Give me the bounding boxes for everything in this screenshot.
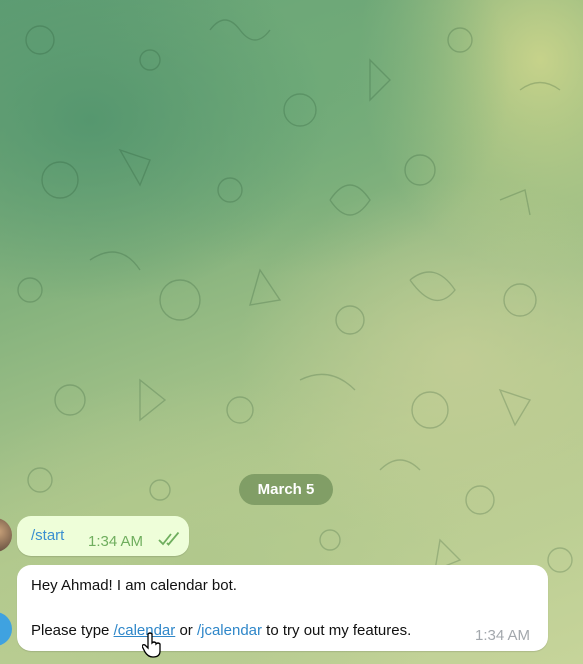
hand-pointer-icon bbox=[142, 632, 161, 658]
line2-prefix: Please type bbox=[31, 622, 114, 639]
double-check-icon bbox=[158, 532, 180, 546]
line2-suffix: to try out my features. bbox=[262, 622, 412, 639]
message-time: 1:34 AM bbox=[475, 627, 531, 644]
outgoing-message[interactable]: /start 1:34 AM bbox=[17, 516, 189, 556]
message-time: 1:34 AM bbox=[88, 533, 144, 550]
jcalendar-command-link[interactable]: /jcalendar bbox=[197, 622, 262, 639]
message-line-1: Hey Ahmad! I am calendar bot. bbox=[31, 577, 237, 594]
incoming-message[interactable]: Hey Ahmad! I am calendar bot. Please typ… bbox=[17, 565, 548, 651]
date-separator: March 5 bbox=[239, 474, 333, 505]
message-line-2: Please type /calendar or /jcalendar to t… bbox=[31, 622, 411, 639]
line2-middle: or bbox=[175, 622, 197, 639]
message-text[interactable]: /start bbox=[31, 527, 64, 544]
